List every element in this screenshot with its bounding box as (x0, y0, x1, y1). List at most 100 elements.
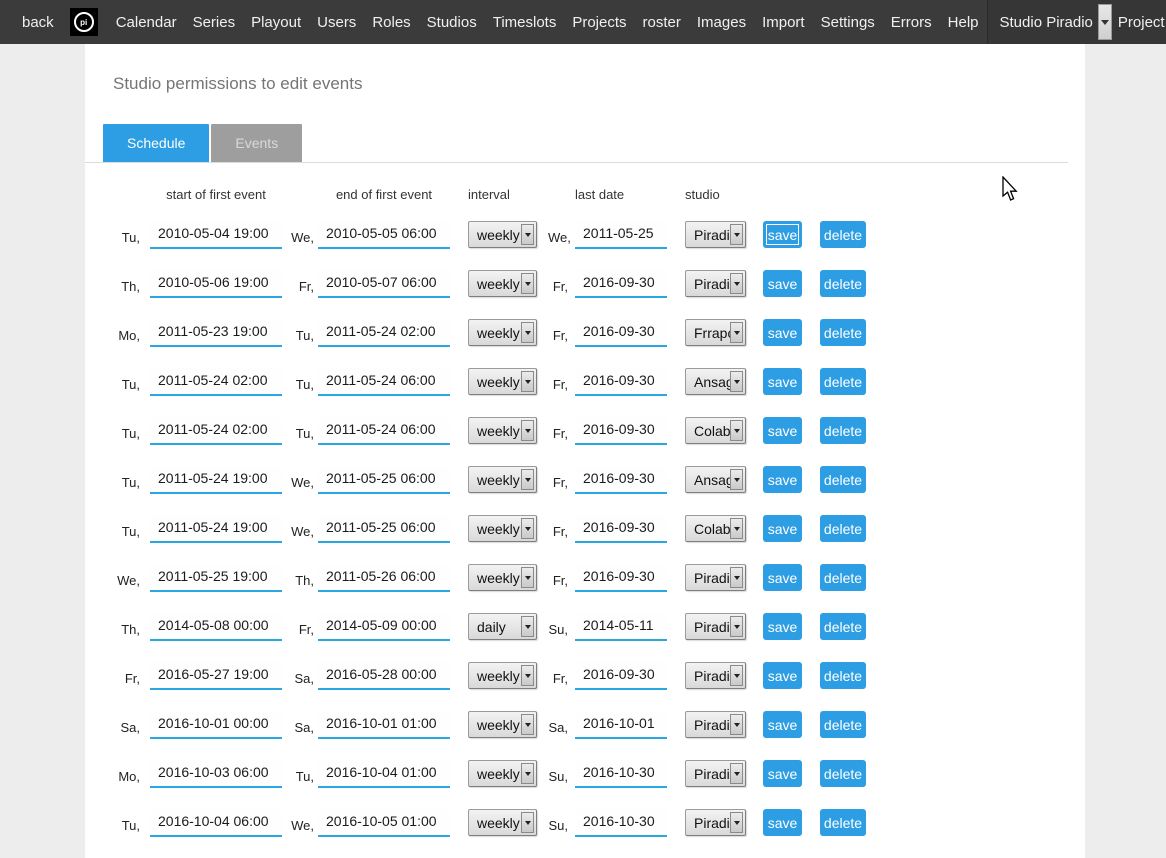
chevron-down-icon[interactable] (730, 371, 743, 392)
nav-item-calendar[interactable]: Calendar (108, 0, 185, 44)
interval-select[interactable]: weekly (468, 711, 537, 738)
interval-select[interactable]: daily (468, 613, 537, 640)
chevron-down-icon[interactable] (521, 714, 534, 735)
studio-row-select[interactable]: Piradio (685, 662, 746, 689)
interval-select[interactable]: weekly (468, 809, 537, 836)
last-date-input[interactable] (575, 809, 667, 837)
chevron-down-icon[interactable] (730, 714, 743, 735)
delete-button[interactable]: delete (820, 417, 866, 444)
end-datetime-input[interactable] (318, 760, 450, 788)
last-date-input[interactable] (575, 319, 667, 347)
nav-item-projects[interactable]: Projects (564, 0, 634, 44)
save-button[interactable]: save (763, 760, 802, 787)
delete-button[interactable]: delete (820, 613, 866, 640)
chevron-down-icon[interactable] (521, 224, 534, 245)
chevron-down-icon[interactable] (730, 469, 743, 490)
save-button[interactable]: save (763, 466, 802, 493)
interval-select[interactable]: weekly (468, 221, 537, 248)
chevron-down-icon[interactable] (521, 371, 534, 392)
save-button[interactable]: save (763, 270, 802, 297)
studio-row-select[interactable]: Piradio (685, 711, 746, 738)
chevron-down-icon[interactable] (730, 273, 743, 294)
chevron-down-icon[interactable] (730, 812, 743, 833)
interval-select[interactable]: weekly (468, 270, 537, 297)
end-datetime-input[interactable] (318, 809, 450, 837)
chevron-down-icon[interactable] (730, 567, 743, 588)
chevron-down-icon[interactable] (730, 763, 743, 784)
delete-button[interactable]: delete (820, 564, 866, 591)
end-datetime-input[interactable] (318, 662, 450, 690)
chevron-down-icon[interactable] (521, 763, 534, 784)
last-date-input[interactable] (575, 760, 667, 788)
chevron-down-icon[interactable] (521, 665, 534, 686)
end-datetime-input[interactable] (318, 368, 450, 396)
save-button[interactable]: save (763, 417, 802, 444)
nav-item-studios[interactable]: Studios (419, 0, 485, 44)
chevron-down-icon[interactable] (521, 812, 534, 833)
studio-row-select[interactable]: Piradio (685, 270, 746, 297)
studio-row-select[interactable]: Piradio (685, 760, 746, 787)
delete-button[interactable]: delete (820, 270, 866, 297)
end-datetime-input[interactable] (318, 221, 450, 249)
nav-item-roles[interactable]: Roles (364, 0, 418, 44)
last-date-input[interactable] (575, 711, 667, 739)
end-datetime-input[interactable] (318, 319, 450, 347)
end-datetime-input[interactable] (318, 515, 450, 543)
end-datetime-input[interactable] (318, 564, 450, 592)
start-datetime-input[interactable] (150, 515, 282, 543)
nav-item-playout[interactable]: Playout (243, 0, 309, 44)
save-button[interactable]: save (763, 711, 802, 738)
delete-button[interactable]: delete (820, 515, 866, 542)
start-datetime-input[interactable] (150, 564, 282, 592)
chevron-down-icon[interactable] (730, 616, 743, 637)
save-button[interactable]: save (763, 662, 802, 689)
interval-select[interactable]: weekly (468, 368, 537, 395)
chevron-down-icon[interactable] (521, 322, 534, 343)
start-datetime-input[interactable] (150, 809, 282, 837)
save-button[interactable]: save (763, 515, 802, 542)
nav-item-roster[interactable]: roster (635, 0, 689, 44)
nav-item-images[interactable]: Images (689, 0, 754, 44)
interval-select[interactable]: weekly (468, 417, 537, 444)
studio-row-select[interactable]: Frrapo (685, 319, 746, 346)
nav-item-users[interactable]: Users (309, 0, 364, 44)
end-datetime-input[interactable] (318, 417, 450, 445)
interval-select[interactable]: weekly (468, 564, 537, 591)
interval-select[interactable]: weekly (468, 319, 537, 346)
start-datetime-input[interactable] (150, 711, 282, 739)
start-datetime-input[interactable] (150, 613, 282, 641)
start-datetime-input[interactable] (150, 662, 282, 690)
chevron-down-icon[interactable] (730, 322, 743, 343)
interval-select[interactable]: weekly (468, 662, 537, 689)
delete-button[interactable]: delete (820, 368, 866, 395)
chevron-down-icon[interactable] (1098, 4, 1112, 40)
nav-item-import[interactable]: Import (754, 0, 813, 44)
delete-button[interactable]: delete (820, 221, 866, 248)
nav-item-settings[interactable]: Settings (813, 0, 883, 44)
chevron-down-icon[interactable] (730, 665, 743, 686)
start-datetime-input[interactable] (150, 368, 282, 396)
delete-button[interactable]: delete (820, 466, 866, 493)
start-datetime-input[interactable] (150, 221, 282, 249)
start-datetime-input[interactable] (150, 466, 282, 494)
chevron-down-icon[interactable] (730, 224, 743, 245)
chevron-down-icon[interactable] (521, 567, 534, 588)
studio-select[interactable]: Studio Piradio (994, 4, 1112, 40)
chevron-down-icon[interactable] (521, 616, 534, 637)
last-date-input[interactable] (575, 417, 667, 445)
save-button[interactable]: save (763, 368, 802, 395)
interval-select[interactable]: weekly (468, 515, 537, 542)
save-button[interactable]: save (763, 809, 802, 836)
tab-schedule[interactable]: Schedule (103, 124, 209, 162)
start-datetime-input[interactable] (150, 417, 282, 445)
delete-button[interactable]: delete (820, 711, 866, 738)
studio-row-select[interactable]: Piradio (685, 221, 746, 248)
nav-item-help[interactable]: Help (940, 0, 987, 44)
delete-button[interactable]: delete (820, 809, 866, 836)
interval-select[interactable]: weekly (468, 760, 537, 787)
save-button[interactable]: save (763, 613, 802, 640)
nav-item-timeslots[interactable]: Timeslots (485, 0, 565, 44)
nav-item-errors[interactable]: Errors (883, 0, 940, 44)
chevron-down-icon[interactable] (521, 273, 534, 294)
studio-row-select[interactable]: Colabo (685, 515, 746, 542)
